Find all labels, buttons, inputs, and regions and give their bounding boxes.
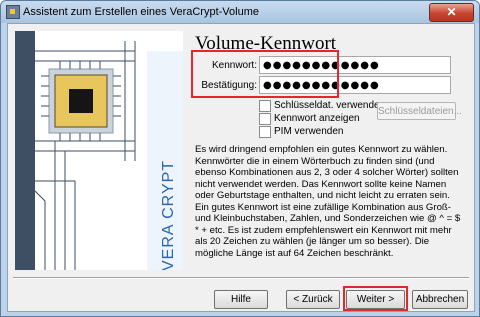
wizard-window: Assistent zum Erstellen eines VeraCrypt-… — [0, 0, 480, 317]
show-password-label: Kennwort anzeigen — [274, 113, 360, 124]
title-bar[interactable]: Assistent zum Erstellen eines VeraCrypt-… — [1, 1, 479, 23]
footer-separator — [13, 277, 469, 279]
next-button-highlight — [343, 286, 408, 311]
veracrypt-app-icon — [6, 5, 20, 19]
close-button[interactable]: ✕ — [429, 3, 474, 22]
wizard-client-area: VERA CRYPT Volume-Kennwort Kennwort: ●●●… — [7, 23, 475, 312]
password-advice-text: Es wird dringend empfohlen ein gutes Ken… — [195, 144, 461, 259]
use-keyfiles-label: Schlüsseldat. verwenden — [274, 100, 386, 111]
password-fields-highlight — [191, 50, 339, 98]
use-pim-checkbox[interactable] — [259, 126, 271, 138]
veracrypt-logo-text: VERA CRYPT — [160, 159, 177, 270]
wizard-side-image: VERA CRYPT — [15, 31, 183, 270]
keyfiles-button[interactable]: Schlüsseldateien... — [377, 102, 462, 120]
show-password-checkbox[interactable] — [259, 113, 271, 125]
help-button[interactable]: Hilfe — [214, 290, 268, 309]
window-title: Assistent zum Erstellen eines VeraCrypt-… — [23, 6, 259, 18]
cancel-button[interactable]: Abbrechen — [412, 290, 468, 309]
chip-graphic — [34, 31, 183, 270]
use-pim-label: PIM verwenden — [274, 126, 344, 137]
use-keyfiles-checkbox[interactable] — [259, 100, 271, 112]
back-button[interactable]: < Zurück — [286, 290, 340, 309]
